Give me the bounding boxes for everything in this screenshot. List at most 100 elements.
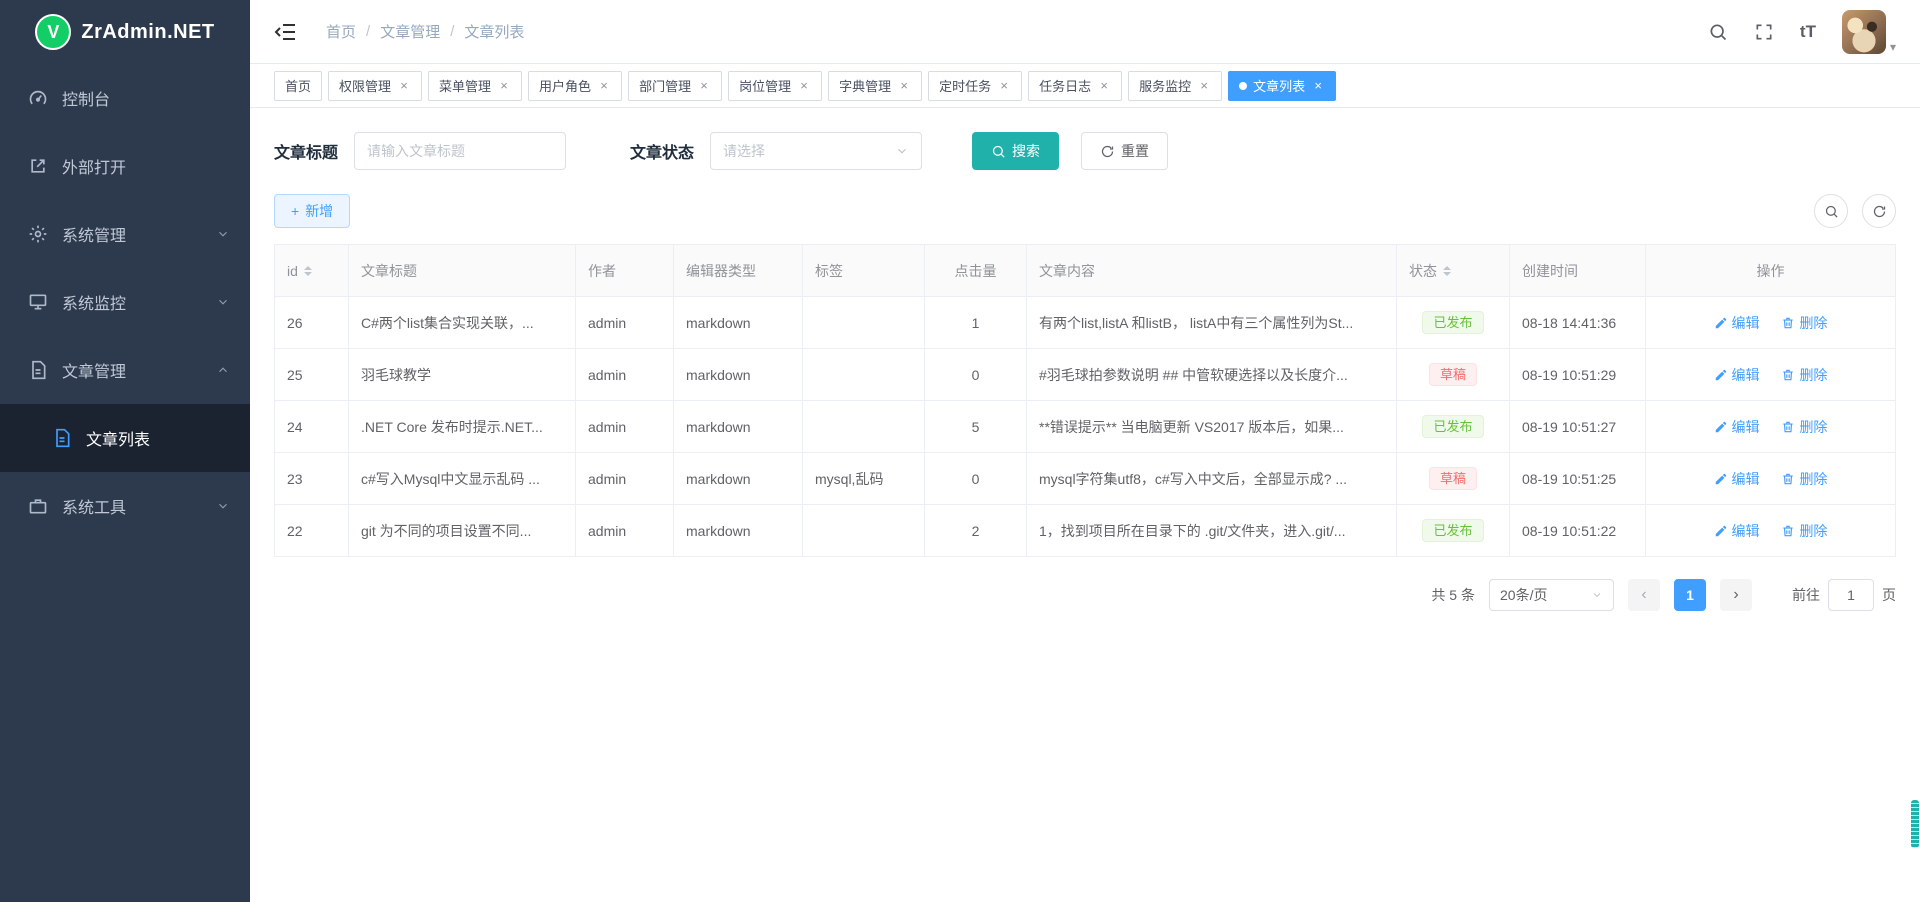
tab-label: 定时任务 xyxy=(939,76,991,95)
cell-tags: mysql,乱码 xyxy=(803,453,925,505)
add-button[interactable]: + 新增 xyxy=(274,194,350,228)
sidebar-item-external-open[interactable]: 外部打开 xyxy=(0,132,250,200)
breadcrumb-separator: / xyxy=(366,23,370,40)
tab-close-icon[interactable]: × xyxy=(1197,79,1211,93)
cell-editor-type: markdown xyxy=(674,401,803,453)
tab[interactable]: 菜单管理× xyxy=(428,71,522,101)
avatar[interactable] xyxy=(1842,10,1886,54)
fullscreen-icon[interactable] xyxy=(1754,22,1774,42)
delete-button[interactable]: 删除 xyxy=(1781,521,1827,541)
trash-icon xyxy=(1781,472,1795,486)
tab-close-icon[interactable]: × xyxy=(797,79,811,93)
cell-tags xyxy=(803,505,925,557)
edit-button[interactable]: 编辑 xyxy=(1714,417,1760,437)
cell-clicks: 1 xyxy=(925,297,1027,349)
cell-actions: 编辑 删除 xyxy=(1646,349,1896,401)
tab-close-icon[interactable]: × xyxy=(1311,79,1325,93)
cell-actions: 编辑 删除 xyxy=(1646,453,1896,505)
refresh-icon xyxy=(1100,144,1115,159)
tab[interactable]: 字典管理× xyxy=(828,71,922,101)
caret-down-icon: ▾ xyxy=(1890,40,1896,54)
cell-tags xyxy=(803,349,925,401)
articles-table: id 文章标题 作者 编辑器类型 标签 点击量 文章内容 状态 创建时间 操作 … xyxy=(274,244,1896,557)
sort-icons[interactable] xyxy=(304,262,312,280)
breadcrumb-article-admin[interactable]: 文章管理 xyxy=(380,21,440,42)
edit-button[interactable]: 编辑 xyxy=(1714,521,1760,541)
goto-page-input[interactable] xyxy=(1828,579,1874,611)
app-logo[interactable]: V ZrAdmin.NET xyxy=(0,0,250,64)
collapse-sidebar-icon[interactable] xyxy=(274,20,298,44)
font-size-icon[interactable]: tT xyxy=(1800,22,1816,42)
trash-icon xyxy=(1781,524,1795,538)
edit-icon xyxy=(1714,368,1728,382)
search-button[interactable]: 搜索 xyxy=(972,132,1059,170)
user-menu[interactable]: ▾ xyxy=(1842,10,1896,54)
edit-button[interactable]: 编辑 xyxy=(1714,365,1760,385)
toolbar-right-icons xyxy=(1814,194,1896,228)
delete-button[interactable]: 删除 xyxy=(1781,313,1827,333)
top-header: 首页 / 文章管理 / 文章列表 tT ▾ xyxy=(250,0,1920,64)
monitor-icon xyxy=(28,292,48,312)
cell-clicks: 5 xyxy=(925,401,1027,453)
article-status-select[interactable]: 请选择 xyxy=(710,132,922,170)
sidebar-item-system-tools[interactable]: 系统工具 xyxy=(0,472,250,540)
delete-button[interactable]: 删除 xyxy=(1781,365,1827,385)
tab[interactable]: 首页 xyxy=(274,71,322,101)
tab-close-icon[interactable]: × xyxy=(697,79,711,93)
status-badge: 草稿 xyxy=(1429,363,1477,386)
sidebar-item-console[interactable]: 控制台 xyxy=(0,64,250,132)
current-page[interactable]: 1 xyxy=(1674,579,1706,611)
cell-title: .NET Core 发布时提示.NET... xyxy=(349,401,576,453)
tab[interactable]: 权限管理× xyxy=(328,71,422,101)
search-icon[interactable] xyxy=(1708,22,1728,42)
sidebar-item-article-list[interactable]: 文章列表 xyxy=(0,404,250,472)
tab-label: 部门管理 xyxy=(639,76,691,95)
cell-status: 草稿 xyxy=(1397,453,1510,505)
tab-close-icon[interactable]: × xyxy=(597,79,611,93)
cell-author: admin xyxy=(576,453,674,505)
col-actions: 操作 xyxy=(1646,245,1896,297)
tab-close-icon[interactable]: × xyxy=(397,79,411,93)
tab[interactable]: 用户角色× xyxy=(528,71,622,101)
table-row: 24 .NET Core 发布时提示.NET... admin markdown… xyxy=(275,401,1896,453)
scrollbar-thumb[interactable] xyxy=(1911,800,1919,848)
tab[interactable]: 服务监控× xyxy=(1128,71,1222,101)
col-content: 文章内容 xyxy=(1027,245,1397,297)
prev-page-button[interactable]: ‹ xyxy=(1628,579,1660,611)
edit-button[interactable]: 编辑 xyxy=(1714,469,1760,489)
tab-close-icon[interactable]: × xyxy=(997,79,1011,93)
cell-actions: 编辑 删除 xyxy=(1646,297,1896,349)
reset-button[interactable]: 重置 xyxy=(1081,132,1168,170)
tab[interactable]: 任务日志× xyxy=(1028,71,1122,101)
breadcrumb-home[interactable]: 首页 xyxy=(326,21,356,42)
sidebar-item-article-admin[interactable]: 文章管理 xyxy=(0,336,250,404)
edit-button[interactable]: 编辑 xyxy=(1714,313,1760,333)
sidebar-item-system-admin[interactable]: 系统管理 xyxy=(0,200,250,268)
refresh-table-button[interactable] xyxy=(1862,194,1896,228)
sort-icons[interactable] xyxy=(1443,262,1451,280)
cell-clicks: 0 xyxy=(925,453,1027,505)
delete-button[interactable]: 删除 xyxy=(1781,417,1827,437)
cell-title: C#两个list集合实现关联，... xyxy=(349,297,576,349)
article-title-label: 文章标题 xyxy=(274,139,338,163)
tab-close-icon[interactable]: × xyxy=(897,79,911,93)
sidebar-item-system-monitor[interactable]: 系统监控 xyxy=(0,268,250,336)
cell-id: 24 xyxy=(275,401,349,453)
tab[interactable]: 岗位管理× xyxy=(728,71,822,101)
cell-created: 08-19 10:51:27 xyxy=(1510,401,1646,453)
tab[interactable]: 定时任务 × xyxy=(928,71,1022,101)
tab[interactable]: 文章列表× xyxy=(1228,71,1336,101)
breadcrumb-separator: / xyxy=(450,23,454,40)
tab-close-icon[interactable]: × xyxy=(497,79,511,93)
chevron-down-icon xyxy=(216,499,230,513)
toggle-search-button[interactable] xyxy=(1814,194,1848,228)
sidebar-item-label: 文章管理 xyxy=(62,358,126,382)
tab-close-icon[interactable]: × xyxy=(1097,79,1111,93)
next-page-button[interactable]: › xyxy=(1720,579,1752,611)
article-title-input[interactable] xyxy=(354,132,566,170)
delete-button[interactable]: 删除 xyxy=(1781,469,1827,489)
tab[interactable]: 部门管理 × xyxy=(628,71,722,101)
col-clicks: 点击量 xyxy=(925,245,1027,297)
main-area: 首页 / 文章管理 / 文章列表 tT ▾ 首页权限管理×菜单管理×用户角色×部… xyxy=(250,0,1920,902)
page-size-select[interactable]: 20条/页 xyxy=(1489,579,1614,611)
